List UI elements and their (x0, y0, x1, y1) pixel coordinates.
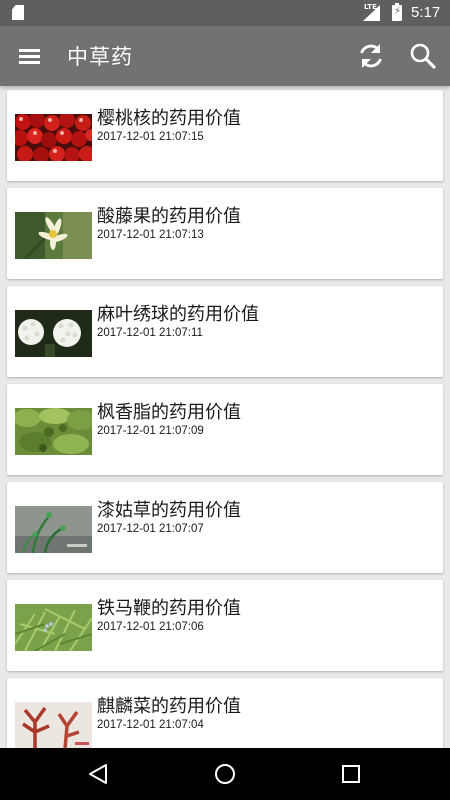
flower-thumbnail (15, 212, 92, 259)
navigation-bar (0, 748, 450, 800)
list-item[interactable]: 酸藤果的药用价值 2017-12-01 21:07:13 (7, 188, 443, 279)
list-item[interactable]: 麻叶绣球的药用价值 2017-12-01 21:07:11 (7, 286, 443, 377)
item-title: 麒麟菜的药用价值 (97, 696, 241, 717)
item-timestamp: 2017-12-01 21:07:13 (97, 229, 204, 241)
item-title: 酸藤果的药用价值 (97, 206, 241, 227)
battery-icon: ⚡ (392, 3, 402, 21)
home-icon[interactable] (214, 763, 236, 785)
sprouts-thumbnail (15, 506, 92, 553)
list-item[interactable]: 樱桃核的药用价值 2017-12-01 21:07:15 (7, 90, 443, 181)
item-title: 铁马鞭的药用价值 (97, 598, 241, 619)
item-timestamp: 2017-12-01 21:07:15 (97, 131, 204, 143)
list-item[interactable]: 枫香脂的药用价值 2017-12-01 21:07:09 (7, 384, 443, 475)
search-icon[interactable] (409, 42, 437, 70)
status-time: 5:17 (411, 4, 441, 21)
flower-clusters-thumbnail (15, 310, 92, 357)
item-timestamp: 2017-12-01 21:07:06 (97, 621, 204, 633)
herb-list[interactable]: 樱桃核的药用价值 2017-12-01 21:07:15 酸藤果的药用价值 20… (0, 86, 450, 748)
cherries-thumbnail (15, 114, 92, 161)
item-title: 樱桃核的药用价值 (97, 108, 241, 129)
app-title: 中草药 (67, 45, 133, 69)
item-title: 漆姑草的药用价值 (97, 500, 241, 521)
list-item[interactable]: 铁马鞭的药用价值 2017-12-01 21:07:06 (7, 580, 443, 671)
item-title: 麻叶绣球的药用价值 (97, 304, 259, 325)
item-timestamp: 2017-12-01 21:07:04 (97, 719, 204, 731)
recent-apps-icon[interactable] (342, 765, 360, 783)
item-timestamp: 2017-12-01 21:07:07 (97, 523, 204, 535)
seaweed-thumbnail (15, 702, 92, 748)
item-timestamp: 2017-12-01 21:07:09 (97, 425, 204, 437)
signal-icon (363, 5, 380, 21)
status-bar: LTE ⚡ 5:17 (0, 0, 450, 26)
menu-icon[interactable] (18, 46, 42, 66)
item-title: 枫香脂的药用价值 (97, 402, 241, 423)
grass-thumbnail (15, 604, 92, 651)
item-timestamp: 2017-12-01 21:07:11 (97, 327, 203, 339)
back-icon[interactable] (88, 763, 108, 785)
app-bar: 中草药 (0, 26, 450, 86)
sd-card-icon (12, 5, 24, 20)
leaves-thumbnail (15, 408, 92, 455)
list-item[interactable]: 麒麟菜的药用价值 2017-12-01 21:07:04 (7, 678, 443, 748)
refresh-icon[interactable] (356, 41, 386, 71)
list-item[interactable]: 漆姑草的药用价值 2017-12-01 21:07:07 (7, 482, 443, 573)
